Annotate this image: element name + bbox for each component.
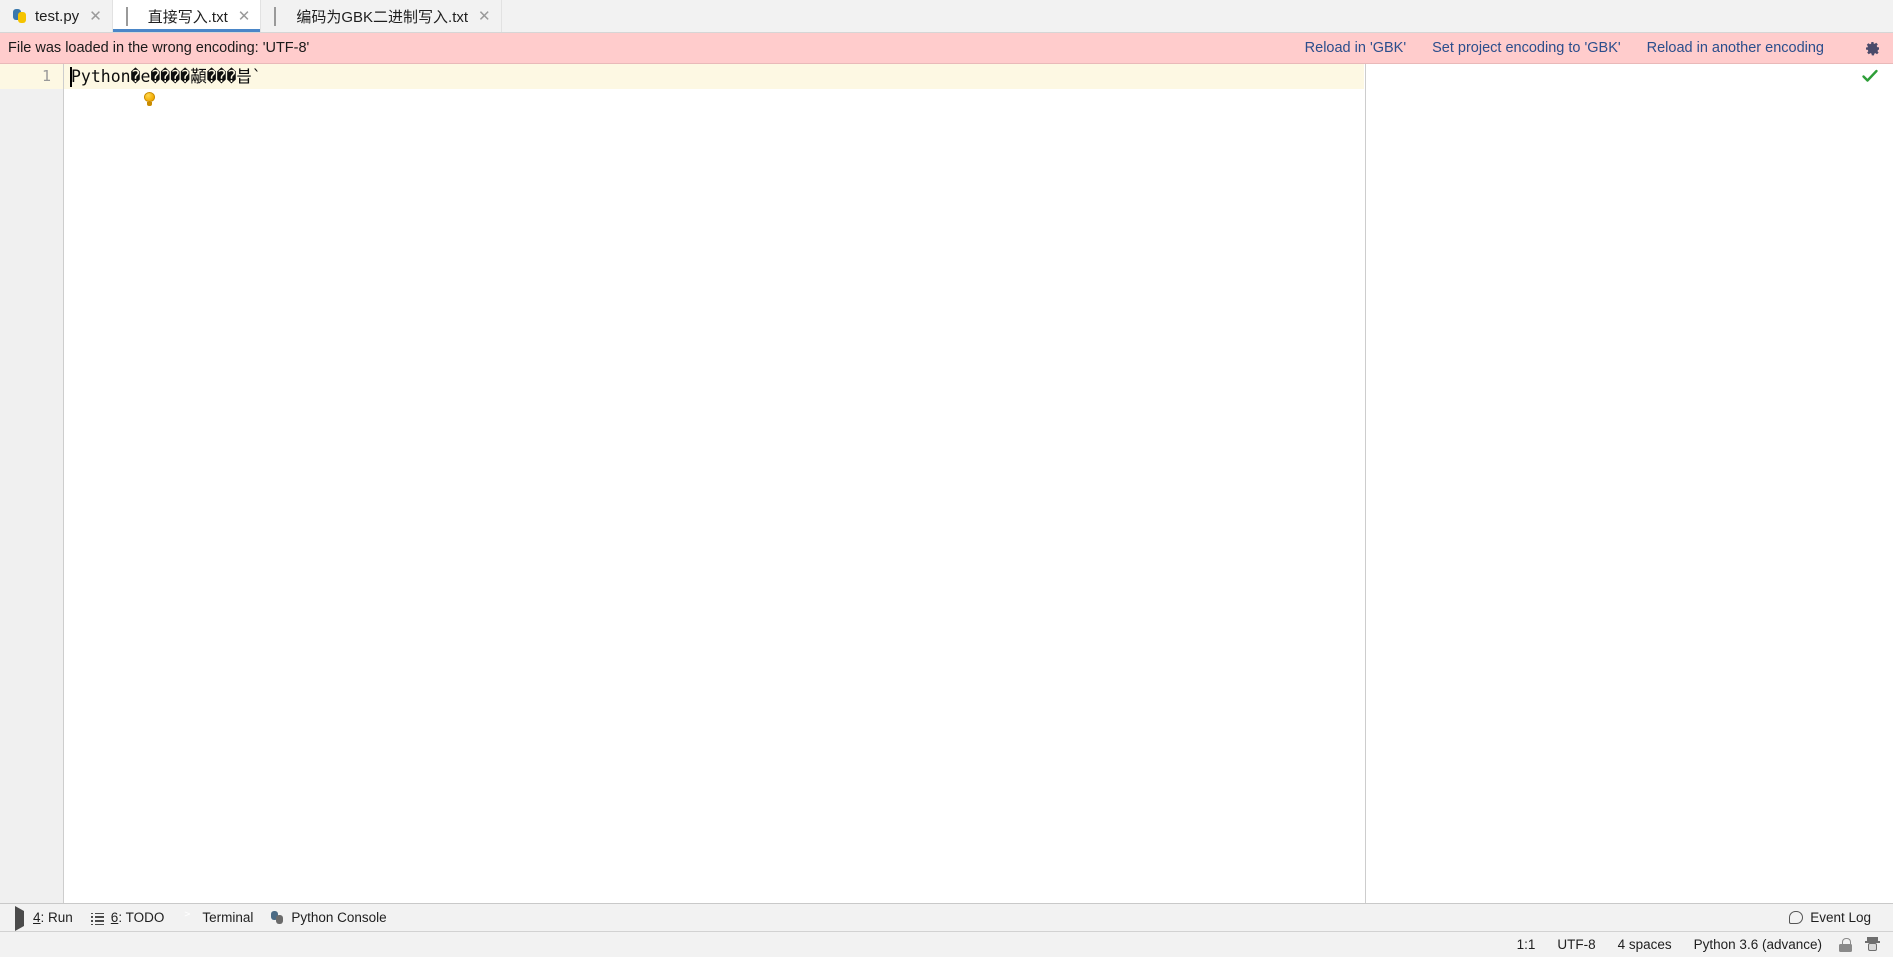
interpreter-status[interactable]: Python 3.6 (advance) — [1683, 937, 1833, 952]
editor-tab-label: 编码为GBK二进制写入.txt — [296, 8, 469, 26]
tool-button-run[interactable]: 4: Run — [8, 905, 86, 931]
close-tab-icon[interactable]: ✕ — [86, 8, 102, 24]
tool-button-todo[interactable]: 6: TODO — [86, 910, 178, 926]
editor-area: 1 Python�e����顢���븝` — [0, 64, 1893, 903]
gear-icon[interactable] — [1864, 40, 1881, 57]
tool-button-label: : TODO — [118, 910, 165, 925]
indent-status[interactable]: 4 spaces — [1607, 937, 1683, 952]
editor-tab-bar: test.py ✕ 直接写入.txt ✕ 编码为GBK二进制写入.txt ✕ — [0, 0, 1893, 33]
tool-button-label: Terminal — [202, 910, 254, 925]
text-file-icon — [125, 7, 141, 26]
editor-gutter[interactable]: 1 — [0, 64, 64, 903]
editor-tab-zhijie-xieru-txt[interactable]: 直接写入.txt ✕ — [112, 0, 262, 32]
line-number: 1 — [41, 67, 51, 85]
text-file-icon — [273, 7, 289, 26]
hector-inspector-icon[interactable] — [1865, 937, 1880, 952]
editor-tab-test-py[interactable]: test.py ✕ — [0, 0, 113, 32]
banner-actions: Reload in 'GBK' Set project encoding to … — [1305, 40, 1885, 57]
todo-icon — [91, 911, 105, 926]
tool-button-label: : Run — [40, 910, 73, 925]
tool-button-python-console[interactable]: Python Console — [266, 910, 399, 925]
balloon-icon — [1789, 911, 1804, 924]
banner-message: File was loaded in the wrong encoding: '… — [8, 40, 310, 56]
tool-window-bar: 4: Run 6: TODO Terminal Python Console E… — [0, 903, 1893, 931]
event-log-label: Event Log — [1810, 910, 1871, 925]
reload-in-gbk-link[interactable]: Reload in 'GBK' — [1305, 40, 1406, 56]
tool-button-label: Python Console — [291, 910, 387, 925]
close-tab-icon[interactable]: ✕ — [475, 8, 491, 24]
green-check-icon[interactable] — [1861, 67, 1879, 85]
editor-tab-label: 直接写入.txt — [147, 8, 228, 26]
code-editor[interactable]: Python�e����顢���븝` — [64, 64, 1365, 903]
set-project-encoding-link[interactable]: Set project encoding to 'GBK' — [1432, 40, 1621, 56]
lightbulb-icon[interactable] — [142, 92, 157, 107]
terminal-icon — [182, 911, 196, 925]
python-console-icon — [271, 910, 285, 925]
reload-in-another-encoding-link[interactable]: Reload in another encoding — [1647, 40, 1824, 56]
encoding-warning-banner: File was loaded in the wrong encoding: '… — [0, 33, 1893, 64]
editor-tab-label: test.py — [35, 7, 80, 25]
unlocked-icon[interactable] — [1839, 937, 1852, 952]
caret-position-status[interactable]: 1:1 — [1506, 937, 1547, 952]
run-icon — [13, 905, 27, 931]
python-file-icon — [12, 8, 28, 24]
pycharm-window: test.py ✕ 直接写入.txt ✕ 编码为GBK二进制写入.txt ✕ F… — [0, 0, 1893, 957]
tool-button-mnemonic: 4 — [33, 910, 41, 925]
tool-button-terminal[interactable]: Terminal — [177, 910, 266, 925]
encoding-status[interactable]: UTF-8 — [1546, 937, 1606, 952]
editor-right-region — [1365, 64, 1893, 903]
close-tab-icon[interactable]: ✕ — [235, 8, 251, 24]
gutter-current-line: 1 — [0, 64, 63, 89]
event-log-button[interactable]: Event Log — [1789, 910, 1893, 925]
status-bar: 1:1 UTF-8 4 spaces Python 3.6 (advance) — [0, 931, 1893, 957]
code-line-1: Python�e����顢���븝` — [71, 67, 262, 86]
editor-tab-gbk-binary-txt[interactable]: 编码为GBK二进制写入.txt ✕ — [261, 0, 502, 32]
